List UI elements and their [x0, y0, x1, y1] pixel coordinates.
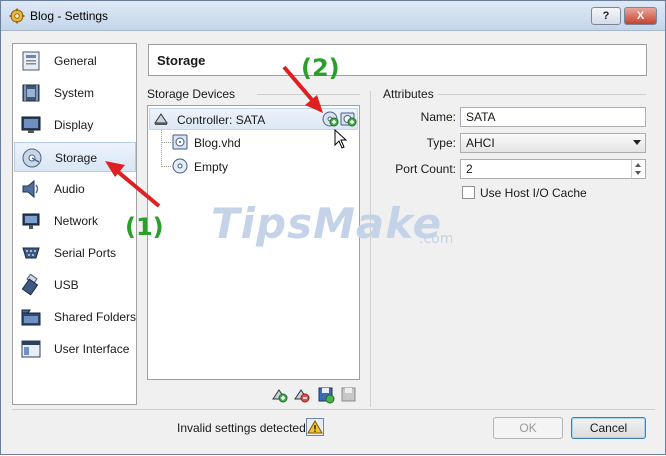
- status-message: Invalid settings detected: [177, 421, 306, 435]
- storage-icon: [22, 148, 42, 168]
- cancel-button[interactable]: Cancel: [571, 417, 646, 439]
- add-hard-disk-icon[interactable]: [321, 110, 339, 128]
- help-button[interactable]: ?: [591, 7, 621, 25]
- sidebar-item-network[interactable]: Network: [14, 206, 136, 236]
- close-button[interactable]: X: [624, 7, 657, 25]
- page-title: Storage: [157, 53, 206, 68]
- optical-disc-icon: [172, 158, 188, 174]
- tree-connector: [161, 142, 171, 143]
- host-cache-label: Use Host I/O Cache: [480, 186, 587, 200]
- spin-down-icon[interactable]: [635, 171, 641, 175]
- sidebar-item-display[interactable]: Display: [14, 110, 136, 140]
- remove-attachment-icon[interactable]: [340, 386, 358, 404]
- sidebar-item-serial-ports[interactable]: Serial Ports: [14, 238, 136, 268]
- spin-up-icon[interactable]: [635, 163, 641, 167]
- title-bar[interactable]: Blog - Settings ? X: [1, 1, 665, 31]
- sidebar-item-label: System: [54, 86, 95, 100]
- type-label: Type:: [426, 136, 456, 150]
- sidebar-item-label: User Interface: [54, 342, 130, 356]
- sidebar-item-usb[interactable]: USB: [14, 270, 136, 300]
- group-divider: [257, 94, 360, 95]
- sidebar-item-label: Audio: [54, 182, 85, 196]
- settings-window: Blog - Settings ? X General System Displ…: [0, 0, 666, 455]
- audio-icon: [22, 179, 39, 199]
- sidebar-item-label: General: [54, 54, 97, 68]
- sidebar-item-label: USB: [54, 278, 79, 292]
- sidebar-item-shared-folders[interactable]: Shared Folders: [14, 302, 136, 332]
- add-attachment-icon[interactable]: [317, 386, 335, 404]
- network-icon: [22, 213, 40, 229]
- sidebar-item-label: Display: [54, 118, 94, 132]
- chevron-down-icon: [633, 140, 641, 145]
- shared-folders-icon: [21, 309, 41, 326]
- add-controller-icon[interactable]: [271, 386, 289, 404]
- ok-button[interactable]: OK: [493, 417, 563, 439]
- page-header: Storage: [148, 44, 647, 76]
- tree-connector: [161, 166, 171, 167]
- remove-controller-icon[interactable]: [293, 386, 311, 404]
- footer-divider: [12, 409, 655, 410]
- spinner-buttons[interactable]: [631, 160, 644, 178]
- controller-icon: [154, 113, 168, 125]
- mouse-cursor-icon: [334, 129, 348, 149]
- serial-ports-icon: [22, 247, 40, 259]
- user-interface-icon: [21, 340, 41, 358]
- name-label: Name:: [420, 110, 456, 124]
- host-cache-checkbox[interactable]: [462, 186, 475, 199]
- sidebar-item-label: Shared Folders: [54, 310, 137, 324]
- sidebar-item-label: Network: [54, 214, 99, 228]
- controller-label: Controller: SATA: [177, 113, 266, 127]
- watermark-logo: TipsMake: [211, 199, 443, 248]
- port-count-value: 2: [466, 162, 473, 176]
- group-divider: [438, 94, 646, 95]
- type-value: AHCI: [466, 136, 495, 150]
- watermark-suffix: .com: [419, 231, 454, 247]
- tree-item-empty[interactable]: Empty: [194, 160, 228, 174]
- annotation-step-2: (2): [301, 54, 340, 82]
- gear-icon: [9, 8, 25, 24]
- attributes-label: Attributes: [383, 87, 434, 101]
- usb-icon: [21, 274, 39, 296]
- warning-icon[interactable]: [306, 418, 324, 436]
- tree-item-blog-vhd[interactable]: Blog.vhd: [194, 136, 241, 150]
- sidebar-item-general[interactable]: General: [14, 46, 136, 76]
- storage-devices-label: Storage Devices: [147, 87, 236, 101]
- panel-divider: [370, 91, 371, 407]
- sidebar-item-label: Storage: [55, 151, 98, 165]
- annotation-step-1: (1): [125, 213, 164, 241]
- tree-controller-row[interactable]: Controller: SATA: [149, 108, 358, 130]
- name-field[interactable]: SATA: [460, 107, 646, 127]
- settings-sidebar: General System Display Storage Audio Net…: [12, 43, 137, 405]
- type-select[interactable]: AHCI: [460, 133, 646, 153]
- sidebar-item-audio[interactable]: Audio: [14, 174, 136, 204]
- sidebar-item-label: Serial Ports: [54, 246, 117, 260]
- sidebar-item-system[interactable]: System: [14, 78, 136, 108]
- general-icon: [22, 51, 40, 71]
- sidebar-item-storage[interactable]: Storage: [14, 142, 136, 172]
- display-icon: [21, 116, 41, 133]
- sidebar-item-user-interface[interactable]: User Interface: [14, 334, 136, 364]
- tree-connector: [161, 130, 162, 167]
- window-title: Blog - Settings: [30, 9, 109, 23]
- port-count-label: Port Count:: [395, 162, 456, 176]
- port-count-stepper[interactable]: 2: [460, 159, 646, 179]
- system-icon: [22, 84, 40, 102]
- add-optical-drive-icon[interactable]: [339, 110, 357, 128]
- hard-disk-icon: [172, 134, 188, 150]
